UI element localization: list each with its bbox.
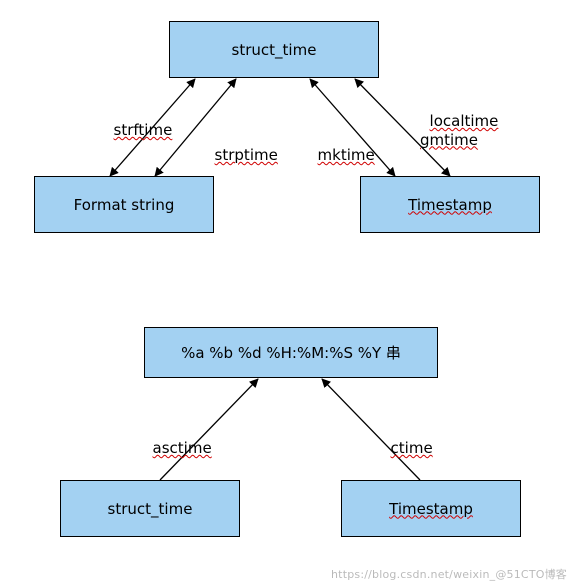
node-format-string-pattern: %a %b %d %H:%M:%S %Y 串: [144, 327, 438, 378]
node-label: Timestamp: [408, 196, 492, 214]
edge-label-strptime: strptime: [205, 127, 278, 165]
edge-label-ctime: ctime: [381, 420, 433, 458]
edge-label-asctime: asctime: [143, 420, 212, 458]
node-label: Format string: [74, 196, 175, 214]
edge-label-mktime: mktime: [308, 127, 375, 165]
text: strftime: [114, 121, 173, 139]
text: ctime: [391, 439, 433, 457]
node-label: Timestamp: [389, 500, 473, 518]
text: mktime: [318, 146, 375, 164]
node-format-string: Format string: [34, 176, 214, 233]
text: asctime: [153, 439, 212, 457]
node-struct-time-bottom: struct_time: [60, 480, 240, 537]
node-struct-time-top: struct_time: [169, 21, 379, 78]
node-label: struct_time: [232, 41, 317, 59]
node-label: struct_time: [108, 500, 193, 518]
edge-label-localtime-gmtime: localtime gmtime: [420, 93, 498, 149]
text: localtime gmtime: [420, 112, 498, 149]
node-timestamp-top: Timestamp: [360, 176, 540, 233]
edge-label-strftime: strftime: [104, 102, 172, 140]
node-label: %a %b %d %H:%M:%S %Y 串: [181, 342, 401, 363]
text: strptime: [215, 146, 278, 164]
watermark-text: https://blog.csdn.net/weixin_@51CTO博客: [331, 566, 567, 582]
node-timestamp-bottom: Timestamp: [341, 480, 521, 537]
